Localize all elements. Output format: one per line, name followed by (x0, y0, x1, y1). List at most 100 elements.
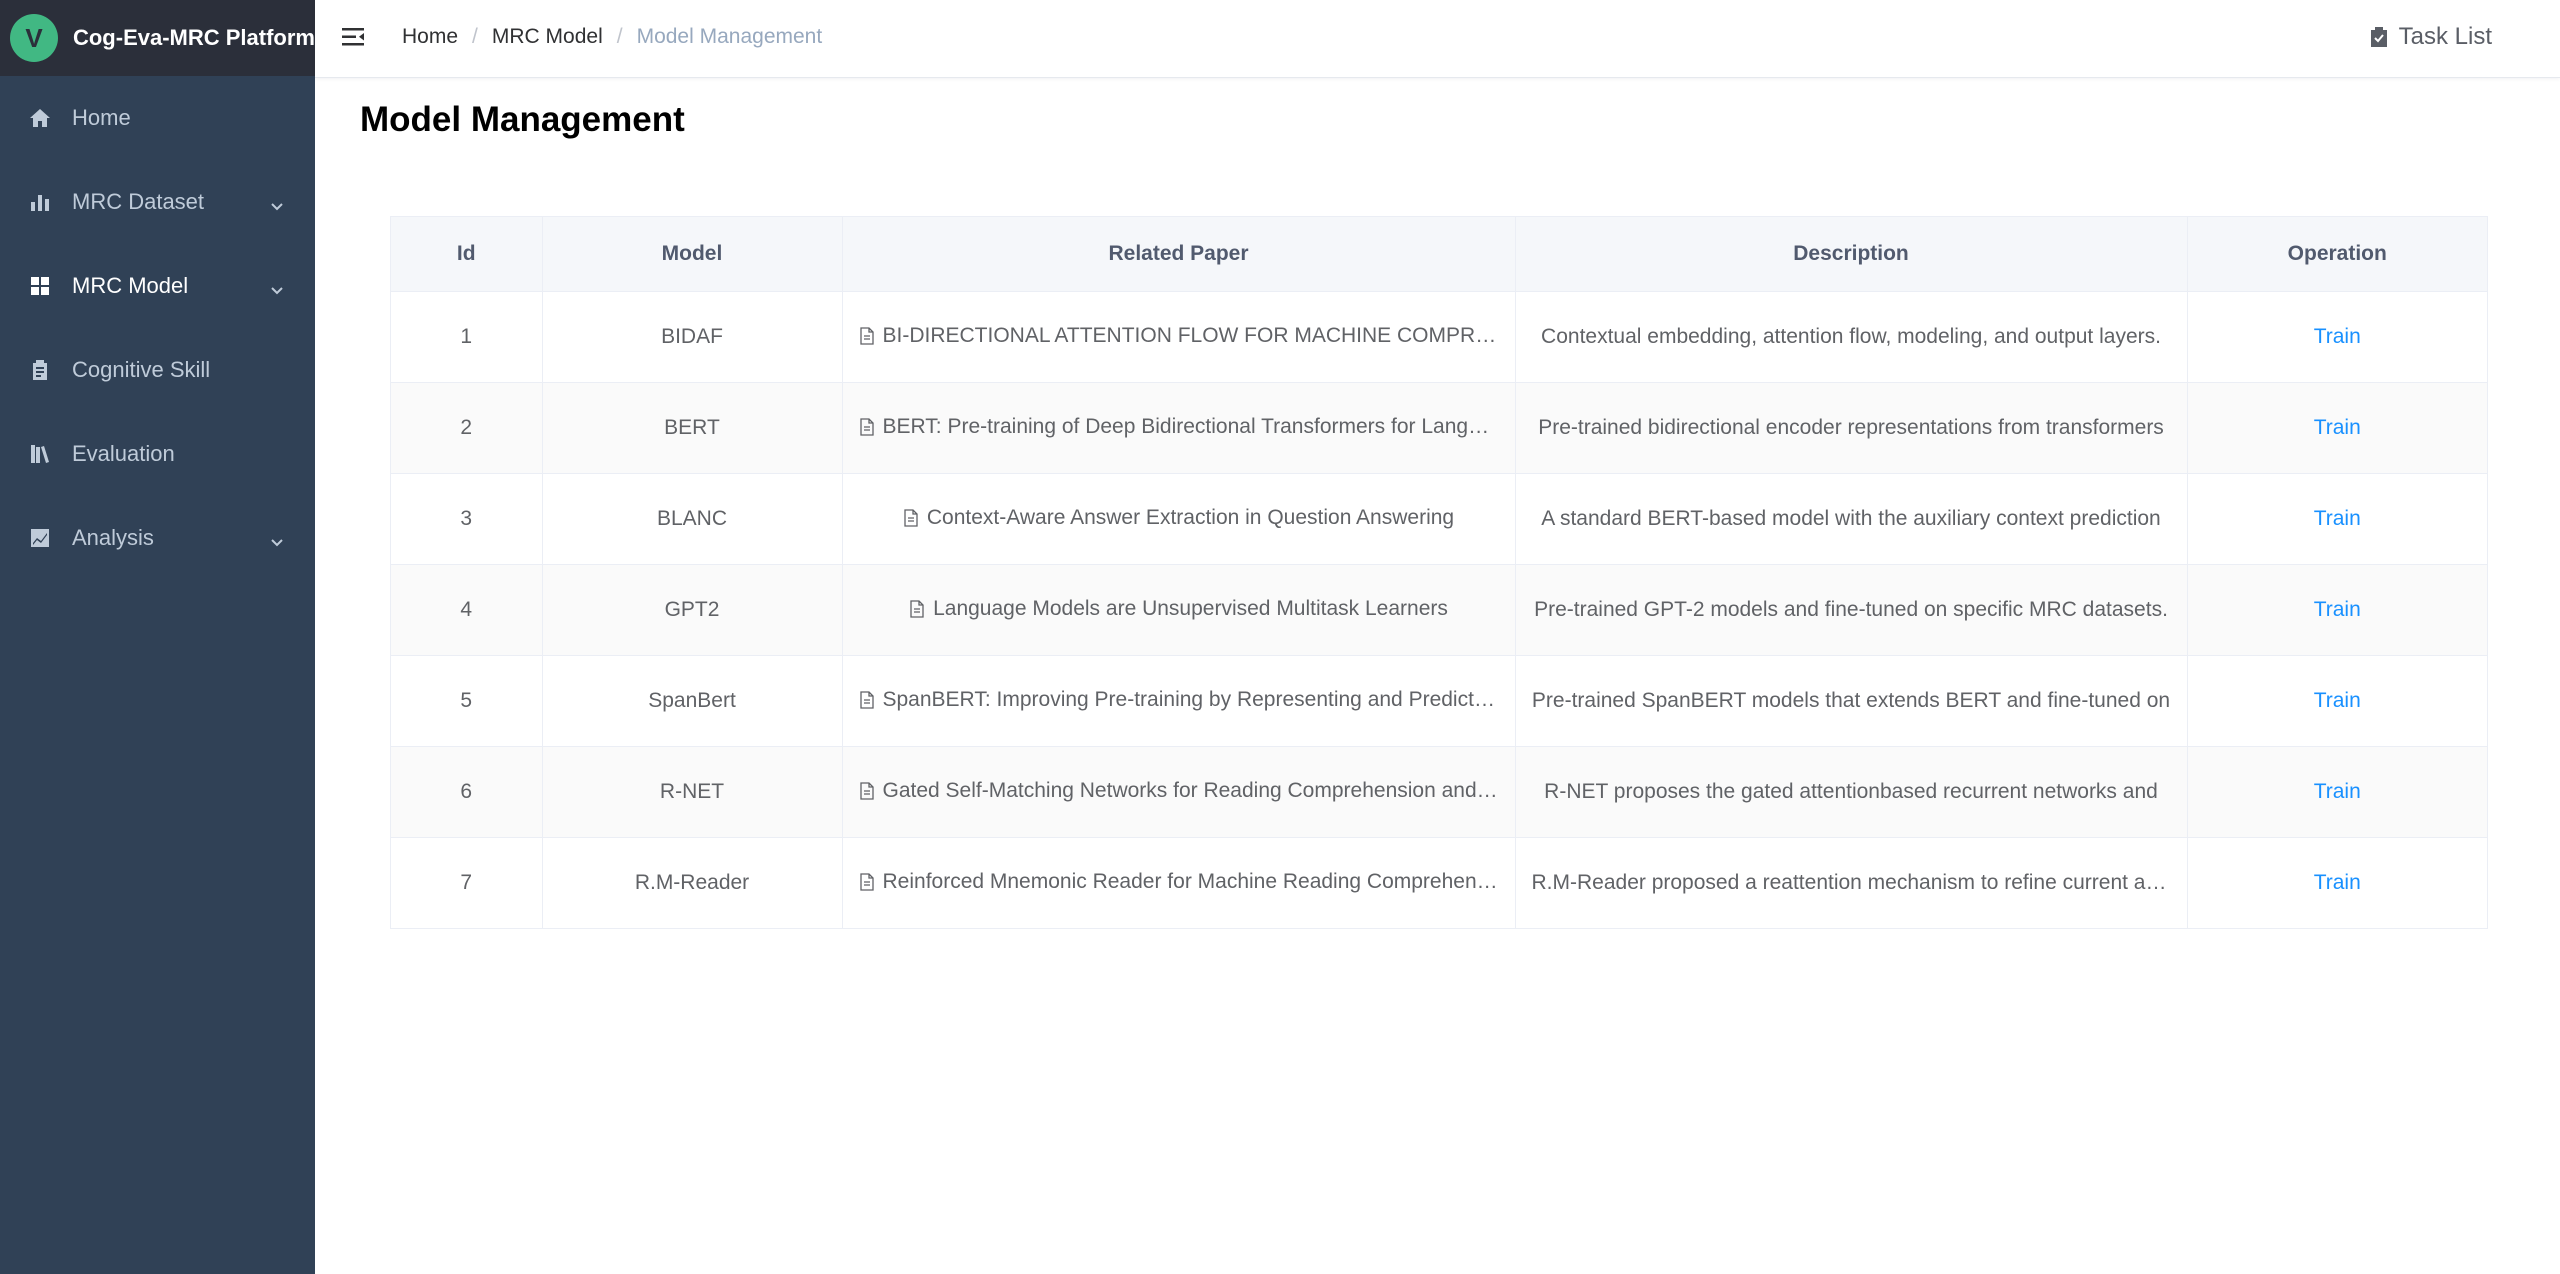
train-button[interactable]: Train (2314, 689, 2361, 712)
description-text: Pre-trained GPT-2 models and fine-tuned … (1534, 598, 2168, 621)
cell-description: Pre-trained SpanBERT models that extends… (1515, 655, 2188, 747)
sidebar-item-label: MRC Model (72, 273, 189, 298)
sidebar-item-label: Evaluation (72, 441, 175, 466)
sidebar-item-label: MRC Dataset (72, 189, 205, 214)
breadcrumb-separator: / (616, 25, 623, 48)
document-icon (904, 508, 918, 527)
cell-paper[interactable]: SpanBERT: Improving Pre-training by Repr… (842, 655, 1516, 747)
paper-title: BERT: Pre-training of Deep Bidirectional… (882, 414, 1499, 438)
train-button[interactable]: Train (2314, 871, 2361, 894)
cell-id: 5 (391, 655, 543, 747)
cell-model: BLANC (542, 473, 843, 565)
train-button[interactable]: Train (2314, 416, 2361, 439)
page-title: Model Management (360, 100, 685, 139)
chevron-down-icon (269, 194, 285, 211)
document-icon (859, 781, 874, 800)
breadcrumb-current: Model Management (636, 25, 823, 48)
table-row: 2 BERT BERT: Pre-training of Deep Bidire… (391, 382, 2487, 474)
chevron-down-icon (269, 278, 285, 295)
sidebar-item-mrc-dataset[interactable]: MRC Dataset (0, 160, 315, 244)
table-row: 1 BIDAF BI-DIRECTIONAL ATTENTION FLOW FO… (391, 291, 2487, 383)
breadcrumb-home[interactable]: Home (402, 25, 458, 49)
cell-id: 6 (391, 746, 543, 838)
sidebar-item-cognitive-skill[interactable]: Cognitive Skill (0, 328, 315, 412)
app-title: Cog-Eva-MRC Platform (72, 25, 315, 50)
breadcrumb-separator: / (472, 25, 478, 48)
line-chart-icon (28, 526, 52, 550)
cell-id: 7 (391, 837, 543, 928)
sidebar-item-evaluation[interactable]: Evaluation (0, 412, 315, 496)
sidebar-item-home[interactable]: Home (0, 76, 315, 160)
description-text: R.M-Reader proposed a reattention mechan… (1531, 871, 2171, 894)
cell-id: 3 (391, 473, 543, 565)
train-button[interactable]: Train (2314, 598, 2361, 621)
sidebar-item-analysis[interactable]: Analysis (0, 496, 315, 580)
cell-model: SpanBert (542, 655, 843, 747)
cell-paper[interactable]: Reinforced Mnemonic Reader for Machine R… (842, 837, 1516, 928)
cell-paper[interactable]: Gated Self-Matching Networks for Reading… (842, 746, 1516, 838)
table-row: 4 GPT2 Language Models are Unsupervised … (391, 564, 2487, 656)
table-row: 7 R.M-Reader Reinforced Mnemonic Reader … (391, 837, 2487, 929)
cell-model: BERT (542, 382, 843, 474)
cell-id: 1 (391, 291, 543, 383)
cell-description: R.M-Reader proposed a reattention mechan… (1515, 837, 2188, 928)
cell-model: GPT2 (542, 564, 843, 656)
description-text: Contextual embedding, attention flow, mo… (1541, 325, 2161, 348)
paper-title: Reinforced Mnemonic Reader for Machine R… (882, 869, 1499, 893)
cell-paper[interactable]: Context-Aware Answer Extraction in Quest… (842, 473, 1516, 565)
document-icon (859, 690, 874, 709)
column-header-related-paper: Related Paper (842, 217, 1516, 292)
home-icon (28, 106, 52, 130)
document-icon (859, 326, 874, 345)
cell-paper[interactable]: BERT: Pre-training of Deep Bidirectional… (842, 382, 1516, 474)
paper-title: Gated Self-Matching Networks for Reading… (882, 778, 1499, 802)
train-button[interactable]: Train (2314, 325, 2361, 348)
bar-chart-icon (28, 190, 52, 214)
task-clipboard-icon (2370, 27, 2387, 47)
description-text: R-NET proposes the gated attentionbased … (1544, 780, 2158, 803)
cell-model: BIDAF (542, 291, 843, 383)
cell-operation: Train (2187, 746, 2487, 838)
cell-paper[interactable]: BI-DIRECTIONAL ATTENTION FLOW FOR MACHIN… (842, 291, 1516, 383)
train-button[interactable]: Train (2314, 507, 2361, 530)
cell-operation: Train (2187, 291, 2487, 383)
cell-id: 2 (391, 382, 543, 474)
document-icon (859, 872, 874, 891)
task-list-button[interactable]: Task List (2369, 23, 2492, 51)
hamburger-toggle-icon[interactable] (340, 24, 366, 50)
cell-operation: Train (2187, 382, 2487, 474)
logo-icon: V (10, 14, 58, 62)
sidebar: V Cog-Eva-MRC Platform Home MRC Dataset … (0, 0, 315, 1274)
books-icon (28, 442, 52, 466)
column-header-operation: Operation (2187, 217, 2487, 292)
paper-title: SpanBERT: Improving Pre-training by Repr… (882, 687, 1499, 711)
description-text: Pre-trained bidirectional encoder repres… (1538, 416, 2164, 439)
grid-icon (28, 274, 52, 298)
clipboard-icon (28, 358, 52, 382)
train-button[interactable]: Train (2314, 780, 2361, 803)
description-text: Pre-trained SpanBERT models that extends… (1531, 689, 2171, 712)
logo-area[interactable]: V Cog-Eva-MRC Platform (0, 0, 315, 76)
paper-title: Language Models are Unsupervised Multita… (933, 596, 1448, 620)
column-header-description: Description (1515, 217, 2188, 292)
cell-model: R.M-Reader (542, 837, 843, 928)
document-icon (859, 417, 874, 436)
table-row: 6 R-NET Gated Self-Matching Networks for… (391, 746, 2487, 838)
column-header-model: Model (542, 217, 843, 292)
column-header-id: Id (391, 217, 543, 292)
table-header-row: Id Model Related Paper Description Opera… (391, 217, 2487, 292)
cell-description: Pre-trained bidirectional encoder repres… (1515, 382, 2188, 474)
cell-model: R-NET (542, 746, 843, 838)
sidebar-item-label: Analysis (72, 525, 154, 550)
cell-operation: Train (2187, 564, 2487, 656)
breadcrumb: Home / MRC Model / Model Management (402, 25, 822, 49)
sidebar-item-label: Cognitive Skill (72, 357, 211, 382)
chevron-down-icon (269, 530, 285, 547)
cell-id: 4 (391, 564, 543, 656)
table-row: 5 SpanBert SpanBERT: Improving Pre-train… (391, 655, 2487, 747)
cell-paper[interactable]: Language Models are Unsupervised Multita… (842, 564, 1516, 656)
cell-operation: Train (2187, 838, 2487, 929)
breadcrumb-mrc-model[interactable]: MRC Model (492, 25, 603, 49)
cell-description: Contextual embedding, attention flow, mo… (1515, 291, 2188, 383)
sidebar-item-mrc-model[interactable]: MRC Model (0, 244, 315, 328)
